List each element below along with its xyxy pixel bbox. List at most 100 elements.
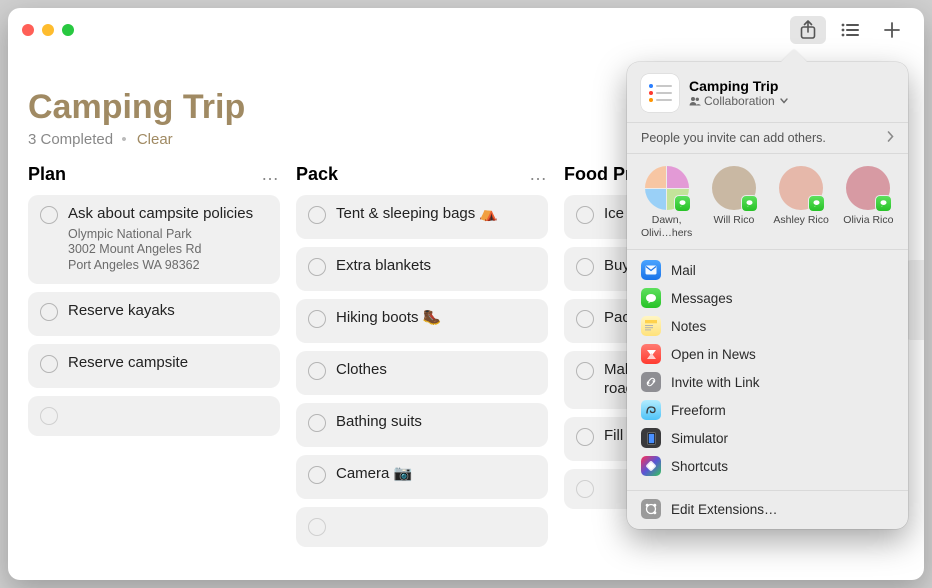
task[interactable]: Extra blankets xyxy=(296,247,548,291)
share-mode[interactable]: Collaboration xyxy=(689,94,788,108)
share-app-row[interactable]: Shortcuts xyxy=(641,452,894,480)
share-app-row[interactable]: Simulator xyxy=(641,424,894,452)
column-more-button[interactable]: … xyxy=(261,164,280,185)
edit-extensions-row[interactable]: Edit Extensions… xyxy=(627,490,908,521)
task[interactable]: Reserve campsite xyxy=(28,344,280,388)
completed-count: 3 Completed xyxy=(28,131,113,148)
task-title: Reserve kayaks xyxy=(68,302,268,321)
task[interactable]: Tent & sleeping bags ⛺ xyxy=(296,195,548,239)
close-window-button[interactable] xyxy=(22,24,34,36)
share-app-row[interactable]: Messages xyxy=(641,284,894,312)
share-app-row[interactable]: Notes xyxy=(641,312,894,340)
app-icon xyxy=(641,316,661,336)
task-body: Camera 📷 xyxy=(336,465,536,484)
list-icon xyxy=(840,23,860,37)
task[interactable]: Bathing suits xyxy=(296,403,548,447)
share-person[interactable]: Will Rico xyxy=(703,166,765,239)
view-options-button[interactable] xyxy=(832,16,868,44)
app-name: Shortcuts xyxy=(671,459,728,474)
titlebar xyxy=(8,8,924,52)
new-task-placeholder[interactable] xyxy=(296,507,548,547)
column-header: Plan… xyxy=(28,164,280,185)
task-complete-toggle[interactable] xyxy=(576,258,594,276)
task-body: Tent & sleeping bags ⛺ xyxy=(336,205,536,224)
task-title: Tent & sleeping bags ⛺ xyxy=(336,205,536,224)
app-icon xyxy=(641,288,661,308)
task[interactable]: Ask about campsite policiesOlympic Natio… xyxy=(28,195,280,284)
task-complete-toggle[interactable] xyxy=(40,355,58,373)
person-name: Ashley Rico xyxy=(770,214,832,227)
task-title: Reserve campsite xyxy=(68,354,268,373)
task-complete-toggle[interactable] xyxy=(576,362,594,380)
share-app-row[interactable]: Mail xyxy=(641,256,894,284)
suggested-people: Dawn, Olivi…hers Will Rico Ashley Rico Oliv… xyxy=(627,154,908,249)
share-popover: Camping Trip Collaboration People you in… xyxy=(627,62,908,529)
task-title: Bathing suits xyxy=(336,413,536,432)
task-complete-toggle[interactable] xyxy=(308,466,326,484)
share-person[interactable]: Dawn, Olivi…hers xyxy=(636,166,698,239)
task-title: Clothes xyxy=(336,361,536,380)
share-app-row[interactable]: Open in News xyxy=(641,340,894,368)
app-name: Mail xyxy=(671,263,696,278)
shared-list-icon xyxy=(641,74,679,112)
messages-badge-icon xyxy=(875,195,892,212)
extensions-icon xyxy=(641,499,661,519)
task-title: Camera 📷 xyxy=(336,465,536,484)
task-complete-toggle[interactable] xyxy=(308,310,326,328)
column: Plan… Ask about campsite policiesOlympic … xyxy=(28,164,280,555)
task-body: Hiking boots 🥾 xyxy=(336,309,536,328)
plus-icon xyxy=(883,21,901,39)
task-body: Extra blankets xyxy=(336,257,536,276)
share-app-row[interactable]: Freeform xyxy=(641,396,894,424)
task-body: Clothes xyxy=(336,361,536,380)
zoom-window-button[interactable] xyxy=(62,24,74,36)
share-person[interactable]: Olivia Rico xyxy=(837,166,899,239)
person-name: Olivia Rico xyxy=(837,214,899,227)
share-icon xyxy=(799,20,817,40)
column-more-button[interactable]: … xyxy=(529,164,548,185)
window-controls xyxy=(22,24,74,36)
app-name: Open in News xyxy=(671,347,756,362)
task-complete-toggle[interactable] xyxy=(576,428,594,446)
task-complete-toggle xyxy=(40,407,58,425)
app-icon xyxy=(641,344,661,364)
column-header: Pack… xyxy=(296,164,548,185)
app-name: Simulator xyxy=(671,431,728,446)
chevron-down-icon xyxy=(780,98,788,104)
task-complete-toggle[interactable] xyxy=(40,206,58,224)
new-task-placeholder[interactable] xyxy=(28,396,280,436)
minimize-window-button[interactable] xyxy=(42,24,54,36)
app-icon xyxy=(641,372,661,392)
clear-completed-button[interactable]: Clear xyxy=(137,131,173,148)
task-complete-toggle[interactable] xyxy=(308,362,326,380)
app-icon xyxy=(641,428,661,448)
task-complete-toggle[interactable] xyxy=(308,414,326,432)
task-body: Reserve campsite xyxy=(68,354,268,373)
chevron-right-icon xyxy=(887,131,894,145)
task[interactable]: Clothes xyxy=(296,351,548,395)
people-icon xyxy=(689,96,701,106)
app-icon xyxy=(641,456,661,476)
task-complete-toggle[interactable] xyxy=(576,310,594,328)
share-person[interactable]: Ashley Rico xyxy=(770,166,832,239)
task-complete-toggle[interactable] xyxy=(308,258,326,276)
task-title: Extra blankets xyxy=(336,257,536,276)
task-complete-toggle[interactable] xyxy=(40,303,58,321)
share-app-row[interactable]: Invite with Link xyxy=(641,368,894,396)
app-window: Camping Trip 3 Completed • Clear Plan…As… xyxy=(8,8,924,580)
task[interactable]: Hiking boots 🥾 xyxy=(296,299,548,343)
app-icon xyxy=(641,400,661,420)
task[interactable]: Camera 📷 xyxy=(296,455,548,499)
person-name: Will Rico xyxy=(703,214,765,227)
new-reminder-button[interactable] xyxy=(874,16,910,44)
task-complete-toggle[interactable] xyxy=(308,206,326,224)
share-button[interactable] xyxy=(790,16,826,44)
task-complete-toggle[interactable] xyxy=(576,206,594,224)
invite-settings-row[interactable]: People you invite can add others. xyxy=(627,122,908,154)
task[interactable]: Reserve kayaks xyxy=(28,292,280,336)
messages-badge-icon xyxy=(808,195,825,212)
column: Pack… Tent & sleeping bags ⛺ Extra blanket… xyxy=(296,164,548,555)
app-name: Invite with Link xyxy=(671,375,760,390)
share-title: Camping Trip xyxy=(689,78,788,94)
app-name: Freeform xyxy=(671,403,726,418)
